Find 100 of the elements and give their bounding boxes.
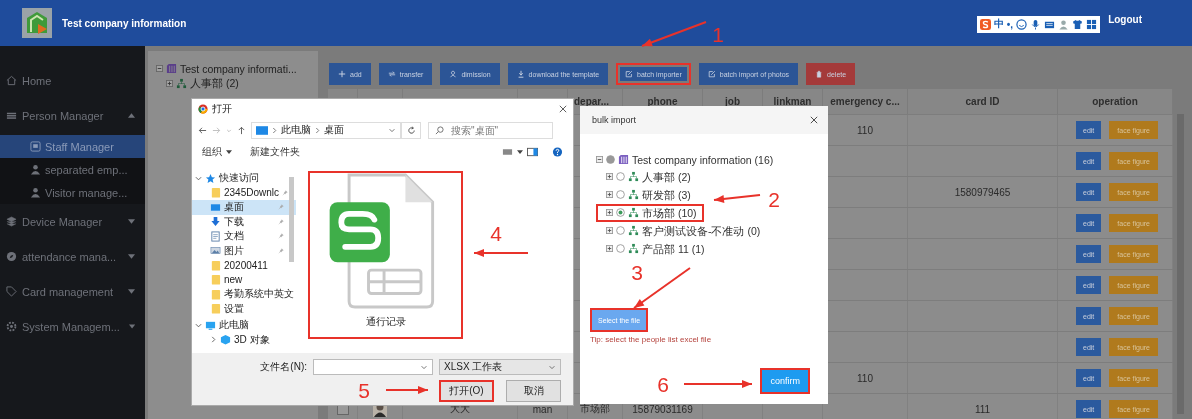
refresh-icon — [406, 125, 416, 135]
id-card-icon — [30, 141, 41, 152]
search-field[interactable]: 搜索"桌面" — [428, 121, 553, 139]
confirm-button[interactable]: confirm — [760, 368, 810, 394]
folder-icon — [210, 187, 221, 199]
swap-icon — [387, 70, 396, 78]
caret-icon — [128, 254, 135, 259]
shirt-icon[interactable] — [1072, 18, 1084, 30]
cancel-button[interactable]: 取消 — [506, 380, 561, 402]
logo-icon — [22, 8, 52, 38]
step-number: 4 — [490, 221, 502, 245]
new-folder-button[interactable]: 新建文件夹 — [250, 145, 300, 159]
caret-icon[interactable] — [517, 150, 523, 154]
refresh-button[interactable] — [401, 121, 421, 139]
chevron-icon — [195, 174, 202, 182]
sidebar-item[interactable]: System Managem... — [0, 309, 145, 344]
sidebar-subitem[interactable]: Staff Manager — [0, 135, 145, 158]
tree-node[interactable]: 人事部 (2) — [190, 76, 239, 91]
expand-icon[interactable] — [606, 245, 613, 252]
person-icon — [449, 70, 458, 78]
preview-pane-icon[interactable] — [527, 147, 538, 157]
up-arrow-icon[interactable] — [237, 125, 246, 135]
app-title: Test company information — [62, 17, 187, 29]
navigation-item[interactable]: new — [192, 272, 296, 287]
monitor-icon — [205, 319, 216, 331]
breadcrumb-item[interactable]: 此电脑 — [281, 123, 311, 137]
cube-icon — [220, 334, 231, 346]
expand-icon[interactable] — [166, 80, 173, 87]
navigation-item[interactable]: 快速访问 — [192, 171, 296, 186]
organize-menu[interactable]: 组织 — [202, 145, 222, 159]
edit-icon — [625, 70, 634, 78]
filename-label: 文件名(N): — [260, 360, 307, 374]
grid-icon[interactable] — [1086, 18, 1098, 30]
caret-icon — [128, 113, 135, 118]
caret-icon — [226, 150, 232, 154]
table-cell: 市场部 — [580, 402, 610, 416]
ime-mode[interactable]: 中 — [993, 17, 1004, 31]
navigation-item[interactable]: 20200411 — [192, 258, 296, 273]
edit-icon — [707, 70, 716, 78]
navigation-item[interactable]: 图片 — [192, 243, 296, 258]
sidebar-item[interactable]: attendance mana... — [0, 239, 145, 274]
navigation-item[interactable]: 此电脑 — [192, 318, 296, 333]
sidebar-subitem[interactable]: Visitor manage... — [0, 181, 145, 204]
expand-icon[interactable] — [606, 191, 613, 198]
sidebar-item[interactable]: Person Manager — [0, 98, 145, 133]
back-arrow-icon[interactable] — [198, 125, 207, 135]
settings-icon — [6, 321, 17, 332]
file-item[interactable]: 通行记录 — [308, 171, 463, 339]
step-number: 3 — [631, 260, 643, 284]
building-icon — [618, 154, 629, 166]
file-type-dropdown[interactable]: XLSX 工作表 — [439, 359, 561, 375]
smiley-icon[interactable] — [1016, 18, 1028, 30]
expand-icon[interactable] — [606, 173, 613, 180]
navigation-item[interactable]: 文档 — [192, 229, 296, 244]
navigation-item[interactable]: 2345Downlc — [192, 185, 296, 200]
help-icon[interactable] — [552, 147, 563, 157]
navigation-item[interactable]: 下载 — [192, 214, 296, 229]
close-icon[interactable] — [810, 116, 818, 124]
table-cell: 1580979465 — [954, 186, 1011, 198]
dialog-title: 打开 — [212, 102, 232, 116]
table-cell: man — [532, 403, 553, 415]
sidebar-subitem[interactable]: separated emp... — [0, 158, 145, 181]
step-number: 5 — [358, 378, 370, 402]
navigation-item[interactable]: 3D 对象 — [192, 332, 296, 347]
tree-node[interactable]: Test company informati... — [180, 62, 297, 75]
column-header: emergency c... — [830, 96, 900, 107]
org-chart-icon — [628, 171, 639, 182]
compass-icon — [6, 251, 17, 262]
close-icon[interactable] — [559, 105, 567, 113]
scrollbar[interactable] — [289, 177, 294, 262]
open-button[interactable]: 打开(O) — [439, 380, 494, 402]
sidebar-item[interactable]: Device Manager — [0, 204, 145, 239]
caret-icon — [128, 324, 135, 329]
microphone-icon[interactable] — [1030, 18, 1042, 30]
view-options-icon[interactable] — [502, 147, 513, 157]
sidebar-item[interactable]: Home — [0, 63, 145, 98]
navigation-item[interactable]: 桌面 — [192, 200, 296, 215]
expand-icon[interactable] — [606, 227, 613, 234]
navigation-item[interactable]: 考勤系统中英文 — [192, 287, 296, 302]
filename-field[interactable] — [313, 359, 433, 375]
folder-icon — [210, 274, 221, 286]
folder-icon — [210, 303, 221, 315]
address-bar[interactable]: 此电脑 桌面 — [251, 121, 401, 139]
ime-punctuation[interactable]: •, — [1006, 18, 1014, 30]
folder-icon — [210, 259, 221, 271]
collapse-icon[interactable] — [156, 65, 163, 72]
down-arrow-icon — [210, 216, 221, 228]
plus-icon — [338, 70, 346, 78]
navigation-item[interactable]: 设置 — [192, 301, 296, 316]
annotation-arrow — [683, 380, 753, 388]
sidebar-item[interactable]: Card management — [0, 274, 145, 309]
table-cell: 111 — [974, 403, 991, 415]
tag-icon — [6, 286, 17, 297]
step-number: 2 — [768, 187, 780, 211]
logout-link[interactable]: Logout — [1108, 13, 1142, 25]
annotation-arrow — [473, 249, 529, 257]
breadcrumb-item[interactable]: 桌面 — [324, 123, 344, 137]
org-chart-icon — [628, 189, 639, 200]
annotation-arrow — [713, 194, 761, 203]
chevron-right-icon — [272, 126, 277, 134]
